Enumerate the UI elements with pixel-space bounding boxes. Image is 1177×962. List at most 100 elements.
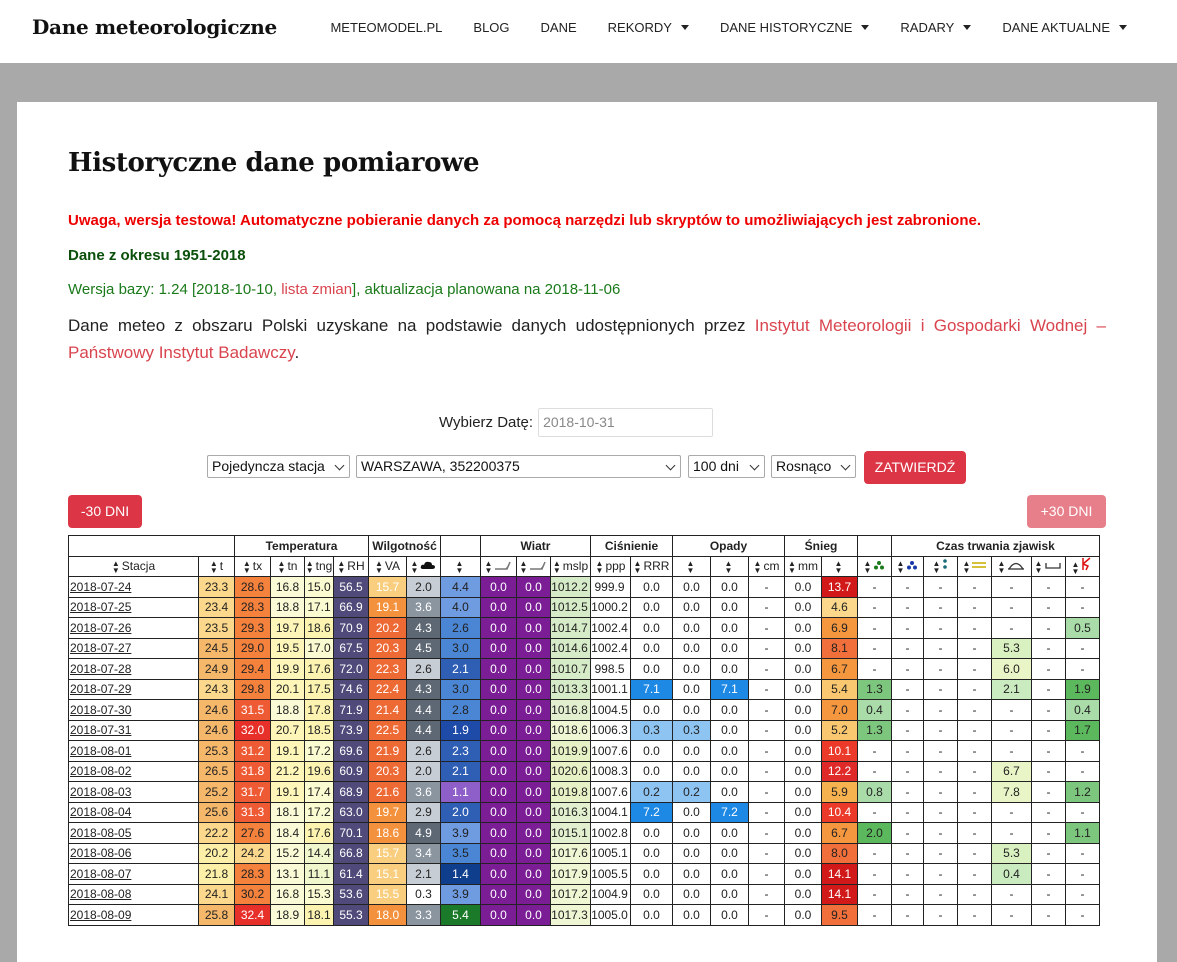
table-cell: 17.1: [304, 596, 334, 618]
table-row: 2018-08-04 25.6 31.3 18.1 17.2 63.0 19.7 2.9 2.0…: [68, 801, 1100, 823]
top-navbar: Dane meteorologiczne METEOMODEL.PL BLOG DA…: [0, 0, 1177, 63]
table-row: 2018-07-26 23.5 29.3 19.7 18.6 70.9 20.2 4.3 2.6…: [68, 617, 1100, 639]
column-header[interactable]: ▲ ▼: [857, 555, 892, 577]
table-cell: 11.1: [304, 863, 334, 885]
submit-button[interactable]: ZATWIERDŹ: [864, 451, 966, 484]
next-30-days-button[interactable]: +30 DNI: [1027, 495, 1106, 528]
date-link[interactable]: 2018-08-09: [68, 904, 199, 926]
date-input[interactable]: 2018-10-31: [538, 408, 714, 437]
table-cell: 0.0: [480, 596, 517, 618]
date-link[interactable]: 2018-07-30: [68, 699, 199, 721]
date-link[interactable]: 2018-08-02: [68, 760, 199, 782]
column-header[interactable]: ▲ ▼ mslp: [550, 555, 591, 577]
column-header[interactable]: ▲ ▼ ppp: [590, 555, 631, 577]
snow-icon: [906, 560, 918, 573]
range-select[interactable]: 100 dni: [688, 455, 765, 478]
table-cell: 1002.8: [590, 822, 631, 844]
table-cell: 2.9: [406, 801, 441, 823]
column-header[interactable]: ▲ ▼: [672, 555, 711, 577]
table-cell: 3.6: [406, 781, 441, 803]
column-header[interactable]: ▲ ▼: [516, 555, 551, 577]
table-cell: 0.0: [710, 842, 749, 864]
column-header[interactable]: ▲ ▼: [891, 555, 924, 577]
date-link[interactable]: 2018-08-07: [68, 863, 199, 885]
table-cell: -: [923, 822, 958, 844]
table-cell: 67.5: [333, 637, 369, 659]
column-header[interactable]: ▲ ▼ tn: [270, 555, 305, 577]
table-cell: 0.4: [857, 699, 892, 721]
date-link[interactable]: 2018-07-29: [68, 678, 199, 700]
date-link[interactable]: 2018-08-05: [68, 822, 199, 844]
table-cell: 0.3: [630, 719, 673, 741]
column-label: ppp: [605, 558, 626, 573]
table-cell: 23.5: [198, 617, 235, 639]
mode-select[interactable]: Pojedyncza stacja: [207, 455, 350, 478]
table-cell: -: [957, 596, 992, 618]
nav-item-dane-historyczne[interactable]: DANE HISTORYCZNE: [720, 20, 870, 35]
table-row: 2018-07-28 24.9 29.4 19.9 17.6 72.0 22.3 2.6 2.1…: [68, 658, 1100, 680]
table-cell: -: [891, 863, 924, 885]
table-cell: 4.9: [406, 822, 441, 844]
date-link[interactable]: 2018-07-24: [68, 576, 199, 598]
station-select[interactable]: WARSZAWA, 352200375: [356, 455, 681, 478]
column-header[interactable]: ▲ ▼: [1031, 555, 1066, 577]
site-brand[interactable]: Dane meteorologiczne: [32, 15, 277, 39]
column-header[interactable]: ▲ ▼ tng: [304, 555, 334, 577]
table-cell: 1017.6: [550, 842, 591, 864]
sleet-icon: [942, 558, 948, 573]
column-header[interactable]: ▲ ▼ t: [198, 555, 235, 577]
prev-30-days-button[interactable]: -30 DNI: [68, 495, 142, 528]
nav-item-dane-aktualne[interactable]: DANE AKTUALNE: [1002, 20, 1127, 35]
date-link[interactable]: 2018-08-01: [68, 740, 199, 762]
table-cell: 1004.9: [590, 883, 631, 905]
table-cell: 0.0: [784, 904, 822, 926]
table-cell: 24.5: [198, 637, 235, 659]
changelog-link[interactable]: lista zmian: [281, 281, 352, 298]
column-header[interactable]: ▲ ▼: [821, 555, 858, 577]
date-link[interactable]: 2018-07-25: [68, 596, 199, 618]
column-header[interactable]: ▲ ▼ VA: [368, 555, 407, 577]
column-header[interactable]: ▲ ▼: [923, 555, 958, 577]
date-link[interactable]: 2018-08-03: [68, 781, 199, 803]
sort-icon: ▲ ▼: [962, 558, 971, 575]
table-cell: 1.2: [1065, 781, 1100, 803]
column-header[interactable]: ▲ ▼: [440, 555, 481, 577]
table-cell: 17.2: [304, 801, 334, 823]
table-cell: -: [1031, 842, 1066, 864]
date-link[interactable]: 2018-08-06: [68, 842, 199, 864]
nav-item-meteomodel-pl[interactable]: METEOMODEL.PL: [330, 20, 442, 35]
nav-item-dane[interactable]: DANE: [541, 20, 577, 35]
column-header[interactable]: ▲ ▼: [406, 555, 441, 577]
table-cell: 32.4: [234, 904, 271, 926]
column-header[interactable]: ▲ ▼ RH: [333, 555, 369, 577]
column-header[interactable]: ▲ ▼ tx: [234, 555, 271, 577]
table-cell: -: [891, 781, 924, 803]
table-cell: -: [891, 678, 924, 700]
column-header[interactable]: ▲ ▼: [710, 555, 749, 577]
nav-item-rekordy[interactable]: REKORDY: [608, 20, 689, 35]
column-header[interactable]: ▲ ▼: [957, 555, 992, 577]
table-cell: 0.4: [1065, 699, 1100, 721]
column-header[interactable]: ▲ ▼ mm: [784, 555, 822, 577]
table-cell: 18.6: [304, 617, 334, 639]
column-header[interactable]: ▲ ▼: [480, 555, 517, 577]
date-link[interactable]: 2018-07-26: [68, 617, 199, 639]
date-link[interactable]: 2018-08-04: [68, 801, 199, 823]
range-select-value: 100 dni: [693, 458, 739, 474]
nav-item-radary[interactable]: RADARY: [900, 20, 972, 35]
table-cell: -: [957, 904, 992, 926]
table-cell: -: [923, 781, 958, 803]
column-header[interactable]: ▲ ▼: [1065, 555, 1100, 577]
date-link[interactable]: 2018-07-27: [68, 637, 199, 659]
column-header[interactable]: ▲ ▼ Stacja: [68, 555, 199, 577]
date-link[interactable]: 2018-07-31: [68, 719, 199, 741]
order-select[interactable]: Rosnąco: [771, 455, 856, 478]
date-link[interactable]: 2018-08-08: [68, 883, 199, 905]
column-header[interactable]: ▲ ▼ cm: [748, 555, 785, 577]
table-cell: -: [1065, 596, 1100, 618]
column-header[interactable]: ▲ ▼: [991, 555, 1032, 577]
nav-item-blog[interactable]: BLOG: [473, 20, 509, 35]
table-cell: 999.9: [590, 576, 631, 598]
date-link[interactable]: 2018-07-28: [68, 658, 199, 680]
column-header[interactable]: ▲ ▼ RRR: [630, 555, 673, 577]
